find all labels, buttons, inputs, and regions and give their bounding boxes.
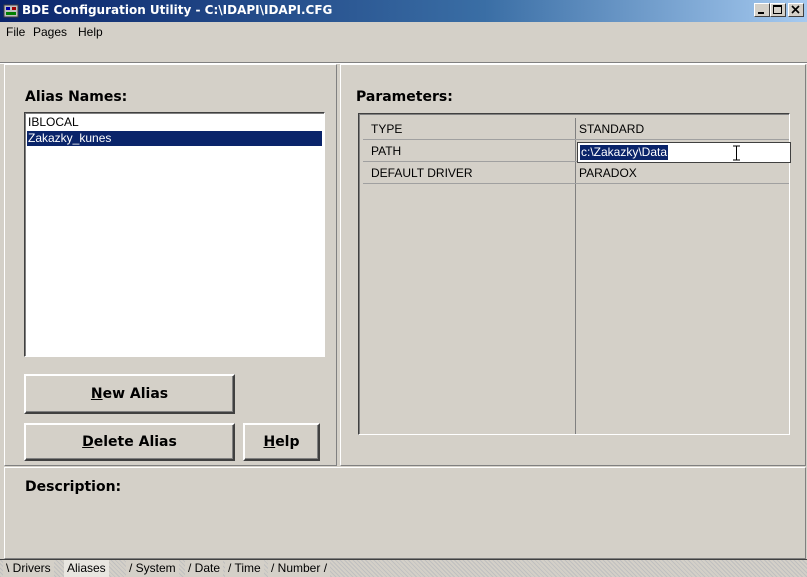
tab-date[interactable]: / Date [185, 560, 224, 577]
param-value[interactable]: PARADOX [579, 166, 637, 180]
delete-alias-button[interactable]: Delete Alias [24, 423, 235, 461]
param-key: PATH [371, 144, 402, 158]
tab-system-label: System [135, 561, 176, 575]
menu-help[interactable]: Help [78, 25, 103, 39]
tab-aliases-label: Aliases [67, 561, 106, 575]
parameters-grid[interactable]: TYPE STANDARD PATH c:\Zakazky\Data DEFAU… [358, 113, 791, 435]
close-icon [791, 5, 800, 14]
help-label: elp [275, 434, 300, 450]
menu-pages[interactable]: Pages [33, 25, 67, 39]
tab-time[interactable]: / Time [225, 560, 264, 577]
new-alias-mnemonic: N [90, 386, 103, 402]
maximize-button[interactable] [770, 3, 786, 17]
minimize-icon [758, 12, 764, 14]
tab-date-label: Date [194, 561, 221, 575]
delete-alias-label: elete Alias [93, 434, 177, 450]
help-button[interactable]: Help [243, 423, 320, 461]
table-row-type[interactable]: TYPE STANDARD [363, 120, 789, 140]
maximize-icon [773, 5, 782, 14]
tab-drivers-label: Drivers [12, 561, 51, 575]
tab-time-label: Time [234, 561, 261, 575]
menu-bar: File Pages Help [0, 22, 807, 42]
close-button[interactable] [788, 3, 804, 17]
param-key: TYPE [371, 122, 403, 136]
title-bar[interactable]: BDE Configuration Utility - C:\IDAPI\IDA… [0, 0, 807, 22]
table-row-path[interactable]: PATH c:\Zakazky\Data [363, 142, 791, 163]
description-panel [4, 467, 806, 559]
new-alias-button[interactable]: New Alias [24, 374, 235, 414]
tab-number[interactable]: / Number / [268, 560, 331, 577]
tab-aliases[interactable]: Aliases [64, 560, 109, 577]
param-value[interactable]: STANDARD [579, 122, 644, 136]
menu-file[interactable]: File [6, 25, 25, 39]
new-alias-label: ew Alias [102, 386, 169, 402]
list-item-iblocal[interactable]: IBLOCAL [27, 115, 322, 130]
help-mnemonic: H [263, 434, 276, 450]
list-item-zakazky-kunes[interactable]: Zakazky_kunes [27, 131, 322, 146]
tab-system[interactable]: / System [126, 560, 179, 577]
bde-app-icon [3, 4, 19, 18]
table-row-default-driver[interactable]: DEFAULT DRIVER PARADOX [363, 164, 789, 184]
param-value-selected[interactable]: c:\Zakazky\Data [580, 145, 669, 160]
path-edit-field[interactable]: c:\Zakazky\Data [577, 142, 791, 163]
page-tabs: \ Drivers Aliases / System / Date / Time… [0, 559, 807, 577]
minimize-button[interactable] [754, 3, 770, 17]
parameters-label: Parameters: [356, 89, 453, 105]
alias-list[interactable]: IBLOCAL Zakazky_kunes [24, 112, 325, 357]
param-key: DEFAULT DRIVER [371, 166, 473, 180]
alias-names-label: Alias Names: [25, 89, 128, 105]
window-title: BDE Configuration Utility - C:\IDAPI\IDA… [22, 3, 333, 17]
text-cursor-ibeam-icon [733, 145, 740, 161]
tab-drivers[interactable]: \ Drivers [3, 560, 54, 577]
description-label: Description: [25, 479, 122, 495]
tab-number-label: Number [277, 561, 321, 575]
delete-alias-mnemonic: D [82, 434, 94, 450]
